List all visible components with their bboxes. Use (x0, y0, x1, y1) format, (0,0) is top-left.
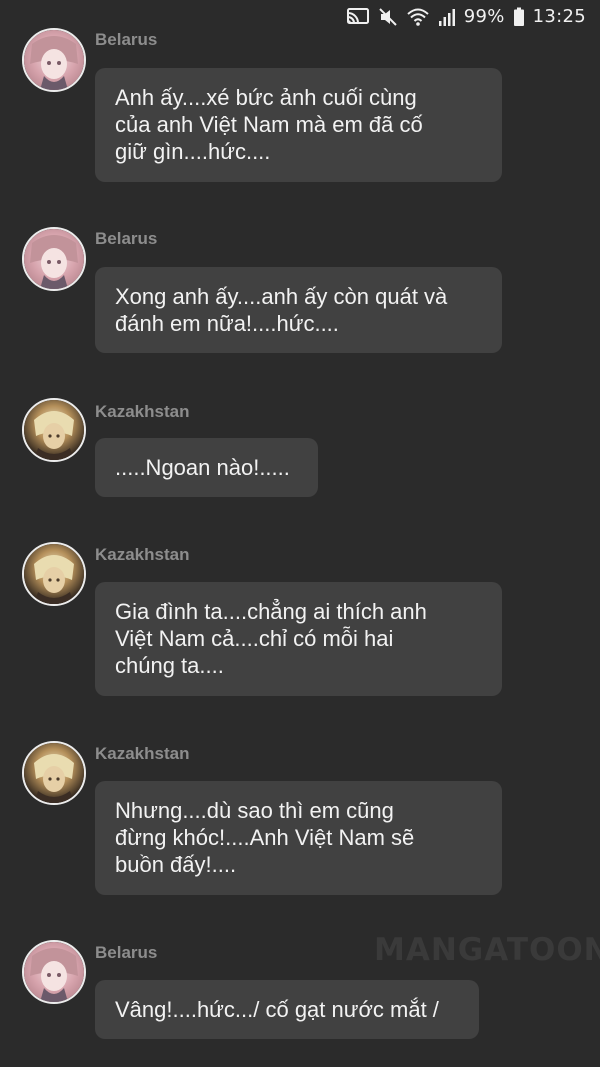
battery-icon (513, 7, 525, 27)
status-bar: 99% 13:25 (0, 0, 600, 36)
message-bubble: Anh ấy....xé bức ảnh cuối cùng của anh V… (95, 68, 502, 182)
message-bubble: .....Ngoan nào!..... (95, 438, 318, 497)
battery-percent: 99% (463, 6, 505, 27)
message-bubble: Gia đình ta....chẳng ai thích anh Việt N… (95, 582, 502, 696)
status-icons: 99% 13:25 (346, 6, 586, 27)
avatar-belarus[interactable] (22, 28, 86, 92)
watermark-logo: MANGATOON (374, 932, 600, 968)
sender-name: Belarus (95, 30, 158, 49)
mute-icon (378, 7, 398, 27)
sender-name: Belarus (95, 943, 158, 962)
avatar-kazakhstan[interactable] (22, 542, 86, 606)
sender-name: Kazakhstan (95, 402, 190, 421)
message-bubble: Vâng!....hức.../ cố gạt nước mắt / (95, 980, 479, 1039)
message-bubble: Nhưng....dù sao thì em cũng đừng khóc!..… (95, 781, 502, 895)
avatar-belarus[interactable] (22, 227, 86, 291)
sender-name: Kazakhstan (95, 545, 190, 564)
signal-icon (438, 7, 456, 27)
sender-name: Kazakhstan (95, 744, 190, 763)
avatar-belarus[interactable] (22, 940, 86, 1004)
message-bubble: Xong anh ấy....anh ấy còn quát và đánh e… (95, 267, 502, 353)
avatar-kazakhstan[interactable] (22, 741, 86, 805)
cast-icon (346, 7, 370, 27)
sender-name: Belarus (95, 229, 158, 248)
clock: 13:25 (532, 6, 586, 27)
avatar-kazakhstan[interactable] (22, 398, 86, 462)
wifi-icon (406, 7, 430, 27)
